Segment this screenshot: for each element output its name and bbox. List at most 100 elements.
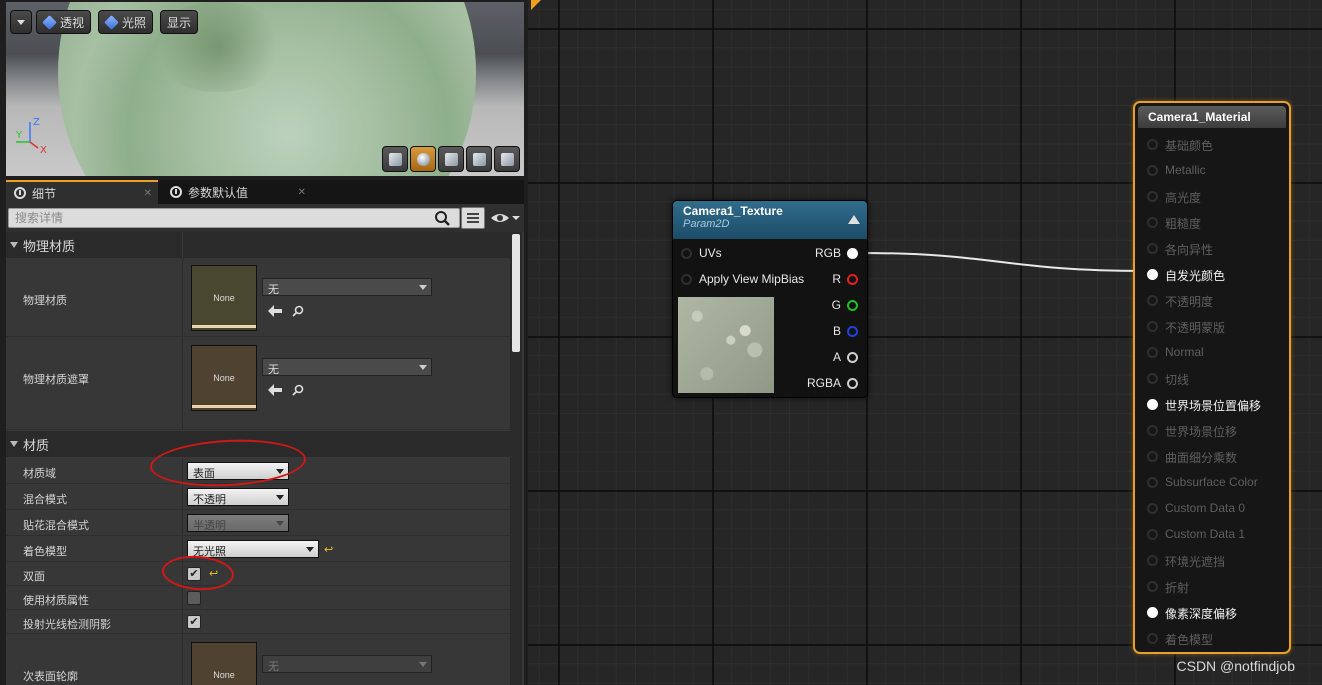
preview-viewport[interactable]: 透视 光照 显示 Z Y X — [6, 2, 524, 176]
output-pin-r[interactable] — [847, 274, 858, 285]
input-pin[interactable] — [1147, 139, 1158, 150]
texture-parameter-node[interactable]: Camera1_Texture Param2D UVs Apply View M… — [672, 200, 868, 398]
input-pin[interactable] — [1147, 269, 1158, 280]
row-label: 混合模式 — [23, 494, 67, 506]
search-icon[interactable] — [434, 210, 450, 226]
row-physical-material: 物理材质 None 无 — [6, 258, 510, 337]
tab-details[interactable]: 细节 ✕ — [6, 180, 158, 204]
use-selected-arrow-icon[interactable] — [268, 305, 282, 317]
output-pin-rgba[interactable] — [847, 378, 858, 389]
input-pin[interactable] — [1147, 165, 1158, 176]
property-matrix-button[interactable] — [461, 207, 485, 229]
shading-model-dropdown[interactable]: 无光照 — [187, 540, 319, 558]
perspective-button[interactable]: 透视 — [36, 10, 92, 34]
input-pin[interactable] — [1147, 217, 1158, 228]
input-pin-label: 世界场景位移 — [1165, 425, 1238, 439]
use-selected-arrow-icon[interactable] — [268, 384, 282, 396]
viewport-options-button[interactable] — [10, 10, 32, 34]
lit-button[interactable]: 光照 — [98, 10, 154, 34]
input-pin[interactable] — [1147, 321, 1158, 332]
chevron-down-icon — [306, 547, 314, 552]
output-pin-g[interactable] — [847, 300, 858, 311]
browse-icon[interactable] — [292, 305, 304, 317]
cube-preview-button[interactable] — [466, 146, 492, 172]
input-pin[interactable] — [1147, 503, 1158, 514]
axis-y-label: Y — [16, 130, 23, 141]
blend-mode-dropdown[interactable]: 不透明 — [187, 488, 289, 506]
close-icon[interactable]: ✕ — [298, 187, 306, 198]
axis-gizmo: Z Y X — [16, 117, 47, 156]
input-pin-label: 像素深度偏移 — [1165, 607, 1238, 621]
output-pin-b[interactable] — [847, 326, 858, 337]
thumbnail-label: None — [213, 670, 235, 680]
asset-picker-dropdown[interactable]: 无 — [262, 278, 432, 296]
input-pin-label: Custom Data 0 — [1165, 501, 1246, 515]
close-icon[interactable]: ✕ — [144, 188, 152, 199]
input-pin[interactable] — [1147, 399, 1158, 410]
view-options-button[interactable] — [490, 210, 520, 226]
magnifier-icon — [170, 186, 182, 198]
row-two-sided: 双面 ✔ ↩ — [6, 562, 510, 586]
material-result-node[interactable]: Camera1_Material 基础颜色 Metallic 高光度 粗糙度 各向异性自… — [1133, 101, 1291, 654]
plane-preview-button[interactable] — [438, 146, 464, 172]
asset-picker-dropdown[interactable]: 无 — [262, 358, 432, 376]
magnifier-icon — [14, 187, 26, 199]
show-button[interactable]: 显示 — [160, 10, 199, 34]
category-material[interactable]: 材质 — [6, 431, 510, 457]
collapse-icon[interactable] — [848, 215, 860, 224]
asset-thumbnail[interactable]: None — [191, 265, 257, 331]
input-pin[interactable] — [1147, 425, 1158, 436]
cube-icon — [42, 14, 57, 30]
material-domain-dropdown[interactable]: 表面 — [187, 462, 289, 480]
reset-to-default-icon[interactable]: ↩ — [209, 567, 218, 580]
two-sided-checkbox[interactable]: ✔ — [187, 567, 201, 581]
input-pin[interactable] — [1147, 607, 1158, 618]
row-subsurface-profile: 次表面轮廓 None 无 — [6, 634, 510, 685]
browse-icon[interactable] — [292, 384, 304, 396]
chevron-down-icon — [419, 662, 427, 667]
input-pin-mipbias[interactable] — [681, 274, 692, 285]
sphere-preview-button[interactable] — [410, 146, 436, 172]
input-pin-label: 切线 — [1165, 373, 1190, 387]
asset-picker-dropdown[interactable]: 无 — [262, 655, 432, 673]
input-pin-uvs[interactable] — [681, 248, 692, 259]
input-pin[interactable] — [1147, 295, 1158, 306]
thumbnail-label: None — [213, 373, 235, 383]
asset-value: 无 — [268, 364, 279, 376]
scrollbar-thumb[interactable] — [512, 234, 520, 352]
input-pin[interactable] — [1147, 633, 1158, 644]
chevron-down-icon — [276, 469, 284, 474]
row-label: 次表面轮廓 — [23, 671, 78, 683]
input-pin[interactable] — [1147, 451, 1158, 462]
row-label: 贴花混合模式 — [23, 520, 89, 532]
output-pin-a[interactable] — [847, 352, 858, 363]
grid-icon — [467, 213, 479, 223]
reset-to-default-icon[interactable]: ↩ — [324, 543, 333, 556]
asset-thumbnail[interactable]: None — [191, 642, 257, 685]
input-pin[interactable] — [1147, 529, 1158, 540]
asset-value: 无 — [268, 661, 279, 673]
cylinder-icon — [389, 153, 402, 166]
texture-preview-image — [678, 297, 774, 393]
tab-parameter-defaults[interactable]: 参数默认值 ✕ — [162, 180, 312, 204]
input-pin[interactable] — [1147, 191, 1158, 202]
input-pin[interactable] — [1147, 477, 1158, 488]
use-material-attributes-checkbox[interactable] — [187, 591, 201, 605]
input-pin[interactable] — [1147, 347, 1158, 358]
category-physical-material[interactable]: 物理材质 — [6, 232, 510, 258]
search-input[interactable] — [8, 208, 460, 228]
input-pin[interactable] — [1147, 581, 1158, 592]
tab-parameter-defaults-label: 参数默认值 — [188, 185, 249, 200]
input-pin[interactable] — [1147, 373, 1158, 384]
asset-thumbnail[interactable]: None — [191, 345, 257, 411]
search-bar — [6, 204, 524, 232]
input-pin[interactable] — [1147, 243, 1158, 254]
input-pin[interactable] — [1147, 555, 1158, 566]
chevron-down-icon — [17, 19, 25, 25]
decal-blend-mode-dropdown[interactable]: 半透明 — [187, 514, 289, 532]
cylinder-preview-button[interactable] — [382, 146, 408, 172]
custom-mesh-preview-button[interactable] — [494, 146, 520, 172]
cast-ray-traced-shadows-checkbox[interactable]: ✔ — [187, 615, 201, 629]
row-label: 使用材质属性 — [23, 595, 89, 607]
output-pin-rgb[interactable] — [847, 248, 858, 259]
